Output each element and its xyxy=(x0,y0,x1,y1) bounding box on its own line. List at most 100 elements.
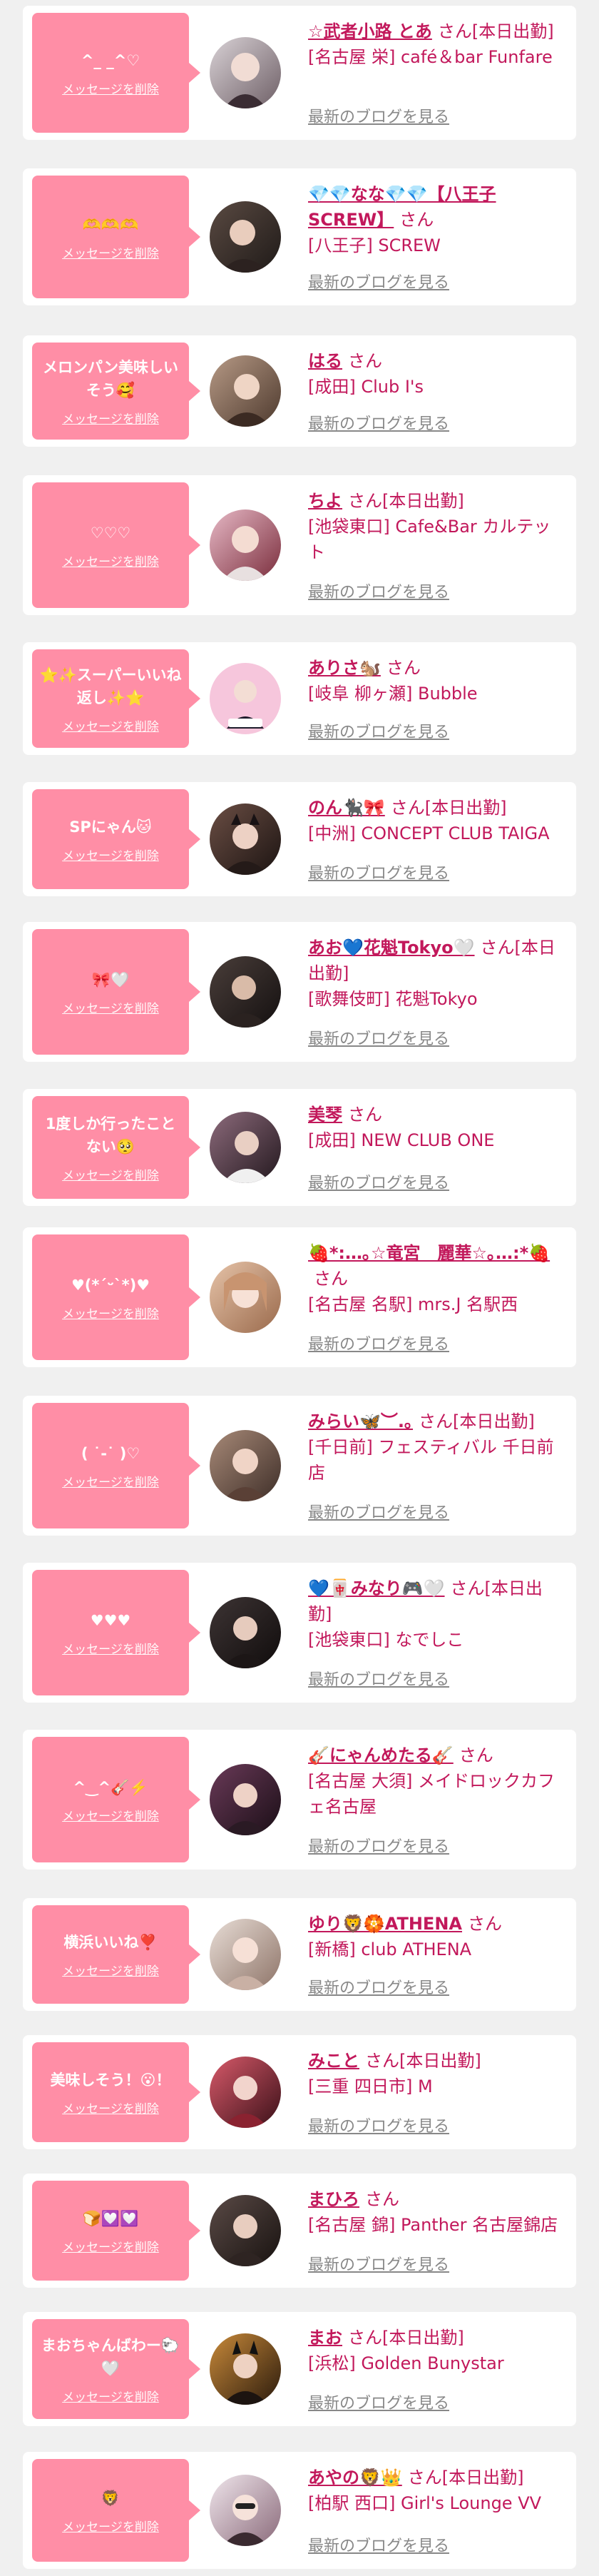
shop-name: [名古屋 名駅] mrs.J 名駅西 xyxy=(308,1294,518,1314)
avatar[interactable] xyxy=(210,2195,281,2266)
delete-message-link[interactable]: メッセージを削除 xyxy=(62,1961,159,1979)
avatar-image xyxy=(210,1597,281,1668)
cast-name-link[interactable]: あやの🦁👑 xyxy=(308,2468,402,2488)
cast-name-link[interactable]: 🎸にゃんめたる🎸 xyxy=(308,1745,454,1765)
latest-blog-link[interactable]: 最新のブログを見る xyxy=(308,2252,449,2275)
shop-name: [名古屋 栄] café＆bar Funfare xyxy=(308,47,553,67)
latest-blog-link[interactable]: 最新のブログを見る xyxy=(308,719,449,742)
avatar[interactable] xyxy=(210,803,281,875)
latest-blog-link[interactable]: 最新のブログを見る xyxy=(308,579,449,602)
delete-message-link[interactable]: メッセージを削除 xyxy=(62,1472,159,1490)
message-card: 横浜いいね❣️ メッセージを削除 ゆり🦁🏵️ATHENA さん [新橋] club… xyxy=(23,1898,576,2011)
avatar[interactable] xyxy=(210,355,281,427)
delete-message-link[interactable]: メッセージを削除 xyxy=(62,79,159,97)
avatar[interactable] xyxy=(210,509,281,581)
shop-name: [三重 四日市] M xyxy=(308,2076,433,2096)
shop-name: [成田] Club I's xyxy=(308,377,424,397)
message-text: 🦁 xyxy=(101,2489,121,2507)
shop-name: [岐阜 柳ヶ瀬] Bubble xyxy=(308,684,478,704)
cast-name-link[interactable]: ☆武者小路 とあ xyxy=(308,21,432,41)
cast-name-link[interactable]: ゆり🦁🏵️ATHENA xyxy=(308,1914,462,1934)
cast-name-link[interactable]: ありさ🐿️ xyxy=(308,658,381,678)
cast-name-link[interactable]: あお💙花魁Tokyo🤍 xyxy=(308,938,475,958)
avatar[interactable] xyxy=(210,1764,281,1835)
cast-info: のん🐈‍⬛🎀 さん[本日出勤] [中洲] CONCEPT CLUB TAIGA xyxy=(308,795,566,846)
shop-name: [新橋] club ATHENA xyxy=(308,1939,472,1959)
latest-blog-link[interactable]: 最新のブログを見る xyxy=(308,1667,449,1690)
cast-info: ありさ🐿️ さん [岐阜 柳ヶ瀬] Bubble xyxy=(308,655,566,706)
delete-message-link[interactable]: メッセージを削除 xyxy=(62,1806,159,1824)
avatar[interactable] xyxy=(210,1597,281,1668)
cast-name-link[interactable]: のん🐈‍⬛🎀 xyxy=(308,798,385,818)
delete-message-link[interactable]: メッセージを削除 xyxy=(62,1304,159,1322)
message-text: ♥♥♥ xyxy=(90,1611,131,1629)
latest-blog-link[interactable]: 最新のブログを見る xyxy=(308,2533,449,2556)
message-text: 🎀🤍 xyxy=(91,970,130,988)
message-bubble: メロンパン美味しいそう🥰 メッセージを削除 xyxy=(32,343,200,440)
latest-blog-link[interactable]: 最新のブログを見る xyxy=(308,411,449,434)
avatar[interactable] xyxy=(210,2333,281,2405)
latest-blog-link[interactable]: 最新のブログを見る xyxy=(308,1975,449,1998)
delete-message-link[interactable]: メッセージを削除 xyxy=(62,2099,159,2116)
message-bubble: ♥(*´ᵕ`*)♥ メッセージを削除 xyxy=(32,1234,200,1360)
delete-message-link[interactable]: メッセージを削除 xyxy=(62,2517,159,2535)
cast-name-link[interactable]: 美琴 xyxy=(308,1105,342,1125)
latest-blog-link[interactable]: 最新のブログを見る xyxy=(308,861,449,883)
delete-message-link[interactable]: メッセージを削除 xyxy=(62,1639,159,1657)
message-bubble: ^‿^🎸⚡️ メッセージを削除 xyxy=(32,1737,200,1862)
message-text: メロンパン美味しいそう🥰 xyxy=(42,358,179,399)
delete-message-link[interactable]: メッセージを削除 xyxy=(62,846,159,863)
message-card: メロンパン美味しいそう🥰 メッセージを削除 はる さん [成田] Club I's… xyxy=(23,335,576,447)
avatar[interactable] xyxy=(210,1262,281,1333)
message-text: 1度しか行ったことない🥺 xyxy=(45,1115,176,1155)
cast-name-link[interactable]: 🍓*:…｡☆竜宮 麗華☆｡…:*🍓 xyxy=(308,1243,550,1263)
avatar[interactable] xyxy=(210,956,281,1028)
delete-message-link[interactable]: メッセージを削除 xyxy=(62,243,159,261)
avatar[interactable] xyxy=(210,201,281,273)
avatar-image xyxy=(210,509,281,581)
latest-blog-link[interactable]: 最新のブログを見る xyxy=(308,1170,449,1193)
cast-info: 💙🀄️みなり🎮🤍 さん[本日出勤] [池袋東口] なでしこ xyxy=(308,1576,566,1653)
message-bubble: 🫶🫶🫶 メッセージを削除 xyxy=(32,176,200,298)
shop-name: [成田] NEW CLUB ONE xyxy=(308,1130,495,1150)
message-card: 🎀🤍 メッセージを削除 あお💙花魁Tokyo🤍 さん[本日出勤] [歌舞伎町] 花… xyxy=(23,922,576,1062)
san-suffix: さん xyxy=(348,351,382,371)
cast-name-link[interactable]: まひろ xyxy=(308,2189,359,2209)
delete-message-link[interactable]: メッセージを削除 xyxy=(62,552,159,569)
delete-message-link[interactable]: メッセージを削除 xyxy=(62,998,159,1016)
avatar[interactable] xyxy=(210,2475,281,2546)
message-text: ♥(*´ᵕ`*)♥ xyxy=(71,1276,150,1294)
work-status: [本日出勤] xyxy=(453,1411,535,1431)
avatar[interactable] xyxy=(210,2057,281,2128)
avatar[interactable] xyxy=(210,1919,281,1990)
cast-info: はる さん [成田] Club I's xyxy=(308,348,566,400)
cast-name-link[interactable]: はる xyxy=(308,351,342,371)
latest-blog-link[interactable]: 最新のブログを見る xyxy=(308,1332,449,1354)
delete-message-link[interactable]: メッセージを削除 xyxy=(62,2237,159,2255)
latest-blog-link[interactable]: 最新のブログを見る xyxy=(308,2390,449,2413)
latest-blog-link[interactable]: 最新のブログを見る xyxy=(308,1026,449,1049)
delete-message-link[interactable]: メッセージを削除 xyxy=(62,2387,159,2405)
latest-blog-link[interactable]: 最新のブログを見る xyxy=(308,1500,449,1523)
cast-name-link[interactable]: まお xyxy=(308,2328,342,2348)
latest-blog-link[interactable]: 最新のブログを見る xyxy=(308,104,449,127)
latest-blog-link[interactable]: 最新のブログを見る xyxy=(308,1834,449,1857)
avatar-image xyxy=(210,201,281,273)
cast-name-link[interactable]: ちよ xyxy=(308,491,342,511)
avatar[interactable] xyxy=(210,37,281,108)
cast-name-link[interactable]: みこと xyxy=(308,2051,359,2071)
delete-message-link[interactable]: メッセージを削除 xyxy=(62,409,159,427)
message-text: ^‿^🎸⚡️ xyxy=(73,1778,148,1796)
avatar[interactable] xyxy=(210,1430,281,1501)
cast-info: 美琴 さん [成田] NEW CLUB ONE xyxy=(308,1102,566,1153)
avatar[interactable] xyxy=(210,663,281,734)
latest-blog-link[interactable]: 最新のブログを見る xyxy=(308,2114,449,2136)
delete-message-link[interactable]: メッセージを削除 xyxy=(62,1165,159,1183)
delete-message-link[interactable]: メッセージを削除 xyxy=(62,716,159,734)
cast-info: 🎸にゃんめたる🎸 さん [名古屋 大須] メイドロックカフェ名古屋 xyxy=(308,1743,566,1820)
cast-info: みこと さん[本日出勤] [三重 四日市] M xyxy=(308,2048,566,2099)
latest-blog-link[interactable]: 最新のブログを見る xyxy=(308,270,449,293)
cast-name-link[interactable]: 💙🀄️みなり🎮🤍 xyxy=(308,1578,445,1598)
cast-name-link[interactable]: みらい🦋︶.｡ xyxy=(308,1411,413,1431)
avatar[interactable] xyxy=(210,1112,281,1183)
